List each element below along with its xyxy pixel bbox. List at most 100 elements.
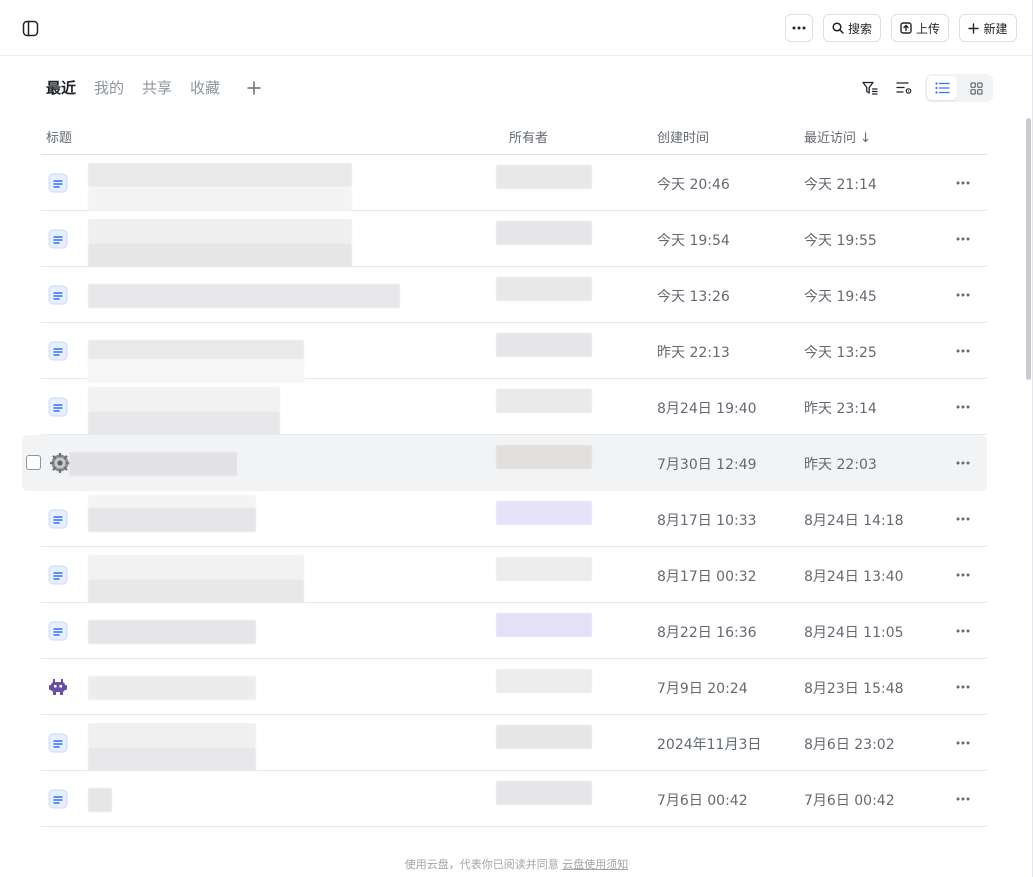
doc-icon bbox=[47, 228, 69, 250]
table-row[interactable]: 今天 19:54 今天 19:55 bbox=[41, 211, 987, 267]
redacted-block bbox=[496, 333, 592, 357]
list-view-icon[interactable] bbox=[927, 76, 957, 100]
search-button[interactable]: 搜索 bbox=[823, 14, 881, 42]
top-bar: 搜索 上传 新建 bbox=[0, 0, 1032, 56]
file-title-redacted[interactable] bbox=[88, 667, 348, 707]
footer-notice: 使用云盘，代表你已阅读并同意 云盘使用须知 bbox=[0, 856, 1032, 872]
row-checkbox[interactable] bbox=[26, 455, 41, 470]
row-more-icon[interactable] bbox=[949, 675, 977, 699]
search-icon bbox=[832, 22, 844, 34]
redacted-block bbox=[496, 445, 592, 469]
created-time: 7月6日 00:42 bbox=[657, 793, 748, 809]
file-title-redacted[interactable] bbox=[88, 275, 400, 315]
table-row[interactable]: 8月17日 10:33 8月24日 14:18 bbox=[41, 491, 987, 547]
file-title-redacted[interactable] bbox=[88, 387, 348, 435]
created-time: 8月22日 16:36 bbox=[657, 625, 757, 641]
footer-text: 使用云盘，代表你已阅读并同意 bbox=[404, 858, 559, 871]
view-tabs: 最近 我的 共享 收藏 bbox=[46, 77, 262, 98]
created-time: 7月9日 20:24 bbox=[657, 681, 748, 697]
row-more-icon[interactable] bbox=[949, 731, 977, 755]
created-time: 8月17日 00:32 bbox=[657, 569, 757, 585]
owner-redacted bbox=[496, 277, 636, 313]
row-more-icon[interactable] bbox=[949, 787, 977, 811]
view-mode-switch bbox=[925, 74, 993, 102]
file-title-redacted[interactable] bbox=[88, 555, 348, 603]
doc-icon bbox=[47, 172, 69, 194]
table-row[interactable]: 今天 20:46 今天 21:14 bbox=[41, 155, 987, 211]
tab-favorites[interactable]: 收藏 bbox=[190, 77, 220, 98]
scrollbar[interactable] bbox=[1026, 118, 1031, 380]
table-row[interactable]: 7月9日 20:24 8月23日 15:48 bbox=[41, 659, 987, 715]
row-more-icon[interactable] bbox=[949, 563, 977, 587]
table-row[interactable]: 8月22日 16:36 8月24日 11:05 bbox=[41, 603, 987, 659]
file-title-redacted[interactable] bbox=[88, 723, 348, 771]
file-title-redacted[interactable] bbox=[69, 443, 329, 483]
redacted-block bbox=[496, 781, 592, 805]
redacted-block bbox=[88, 187, 352, 211]
row-more-icon[interactable] bbox=[949, 507, 977, 531]
owner-redacted bbox=[496, 165, 636, 201]
table-row[interactable]: 7月6日 00:42 7月6日 00:42 bbox=[41, 771, 987, 827]
owner-redacted bbox=[496, 333, 636, 369]
column-title[interactable]: 标题 bbox=[46, 127, 72, 146]
redacted-block bbox=[88, 508, 256, 532]
redacted-block bbox=[496, 669, 592, 693]
column-visited[interactable]: 最近访问 ↓ bbox=[804, 127, 871, 146]
file-title-redacted[interactable] bbox=[88, 219, 352, 267]
redacted-block bbox=[88, 411, 280, 435]
owner-redacted bbox=[496, 725, 636, 761]
row-more-icon[interactable] bbox=[949, 395, 977, 419]
row-more-icon[interactable] bbox=[949, 619, 977, 643]
created-time: 8月24日 19:40 bbox=[657, 401, 757, 417]
filter-icon[interactable] bbox=[857, 75, 883, 101]
file-title-redacted[interactable] bbox=[88, 611, 348, 651]
redacted-block bbox=[69, 452, 237, 476]
row-more-icon[interactable] bbox=[949, 283, 977, 307]
terms-link[interactable]: 云盘使用须知 bbox=[562, 858, 628, 871]
grid-view-icon[interactable] bbox=[961, 76, 991, 100]
redacted-block bbox=[496, 389, 592, 413]
doc-icon bbox=[47, 284, 69, 306]
redacted-block bbox=[496, 221, 592, 245]
row-more-icon[interactable] bbox=[949, 227, 977, 251]
sidebar-toggle-icon[interactable] bbox=[20, 18, 40, 38]
table-header: 标题 所有者 创建时间 最近访问 ↓ bbox=[41, 117, 987, 155]
row-more-icon[interactable] bbox=[949, 171, 977, 195]
table-row[interactable]: 昨天 22:13 今天 13:25 bbox=[41, 323, 987, 383]
table-row[interactable]: 8月17日 00:32 8月24日 13:40 bbox=[41, 547, 987, 603]
new-button[interactable]: 新建 bbox=[959, 14, 1017, 42]
tab-recent[interactable]: 最近 bbox=[46, 77, 76, 98]
upload-icon bbox=[900, 22, 912, 34]
owner-redacted bbox=[496, 557, 636, 593]
redacted-block bbox=[88, 387, 280, 411]
file-title-redacted[interactable] bbox=[88, 163, 352, 211]
row-more-icon[interactable] bbox=[949, 339, 977, 363]
sort-settings-icon[interactable] bbox=[891, 75, 917, 101]
more-button[interactable] bbox=[785, 14, 813, 42]
table-row[interactable]: 2024年11月3日 8月6日 23:02 bbox=[41, 715, 987, 771]
column-owner[interactable]: 所有者 bbox=[509, 127, 548, 146]
add-tab-icon[interactable] bbox=[246, 80, 262, 96]
table-row[interactable]: 7月30日 12:49 昨天 22:03 bbox=[22, 435, 987, 491]
owner-redacted bbox=[496, 669, 636, 705]
table-row[interactable]: 8月24日 19:40 昨天 23:14 bbox=[41, 379, 987, 435]
file-title-redacted[interactable] bbox=[88, 779, 348, 819]
visited-time: 今天 21:14 bbox=[804, 177, 877, 193]
new-button-label: 新建 bbox=[983, 21, 1008, 36]
column-created[interactable]: 创建时间 bbox=[657, 127, 709, 146]
file-title-redacted[interactable] bbox=[88, 495, 348, 539]
tab-shared[interactable]: 共享 bbox=[142, 77, 172, 98]
tab-mine[interactable]: 我的 bbox=[94, 77, 124, 98]
upload-button-label: 上传 bbox=[915, 21, 940, 36]
doc-icon bbox=[47, 564, 69, 586]
file-title-redacted[interactable] bbox=[88, 331, 348, 383]
row-more-icon[interactable] bbox=[949, 451, 977, 475]
owner-redacted bbox=[496, 445, 636, 481]
visited-time: 昨天 22:03 bbox=[804, 457, 877, 473]
redacted-block bbox=[88, 747, 256, 771]
upload-button[interactable]: 上传 bbox=[891, 14, 949, 42]
redacted-block bbox=[88, 723, 256, 747]
visited-time: 8月24日 14:18 bbox=[804, 513, 904, 529]
table-row[interactable]: 今天 13:26 今天 19:45 bbox=[41, 267, 987, 323]
plus-icon bbox=[968, 22, 980, 34]
